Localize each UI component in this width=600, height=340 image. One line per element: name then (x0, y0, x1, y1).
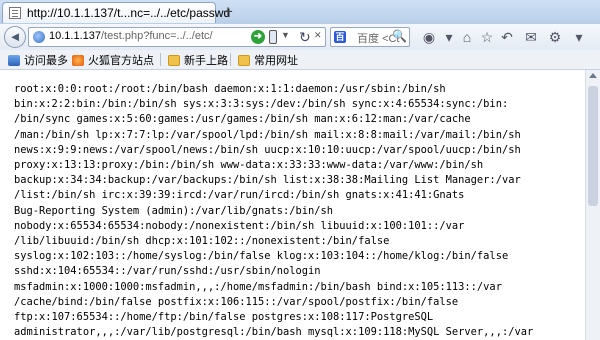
browser-tab[interactable]: http://10.1.1.137/t...nc=../../etc/passw… (2, 2, 230, 23)
back-button[interactable]: ◄ (4, 26, 26, 48)
scrollbar-thumb[interactable] (588, 86, 598, 206)
settings-icon[interactable]: ⚙ (546, 28, 564, 46)
bookmark-star-icon[interactable]: ☆ (478, 28, 496, 46)
folder-icon (238, 55, 250, 66)
bookmark-icon (8, 55, 20, 66)
bookmark-label: 火狐官方站点 (88, 55, 154, 67)
globe-icon (33, 31, 45, 43)
chat-icon[interactable]: ✉ (522, 28, 540, 46)
baidu-icon[interactable]: 百 (334, 31, 346, 43)
text-line: /cache/bind:/bin/false postfix:x:106:115… (14, 295, 459, 308)
undo-icon[interactable]: ↶ (498, 28, 516, 46)
chevron-down-icon[interactable]: ▾ (440, 28, 458, 46)
search-box[interactable]: 百 百度 <Ct 🔍 (330, 27, 410, 47)
text-line: backup:x:34:34:backup:/var/backups:/bin/… (14, 174, 521, 187)
mobile-icon[interactable] (269, 30, 277, 44)
bookmark-separator (160, 53, 161, 66)
bookmark-getting-started[interactable]: 新手上路 (168, 52, 228, 67)
bookmark-label: 常用网址 (254, 55, 298, 67)
folder-icon (168, 55, 180, 66)
address-bar[interactable]: 10.1.1.137/test.php?func=../../etc/ ➜ ▼ … (28, 27, 326, 47)
text-line: /man:/bin/sh lp:x:7:7:lp:/var/spool/lpd:… (14, 128, 521, 141)
bookmark-common-urls[interactable]: 常用网址 (238, 52, 298, 67)
text-line: /list:/bin/sh irc:x:39:39:ircd:/var/run/… (14, 189, 465, 202)
search-icon[interactable]: 🔍 (392, 29, 407, 43)
text-line: news:x:9:9:news:/var/spool/news:/bin/sh … (14, 143, 521, 156)
bookmark-label: 新手上路 (184, 55, 228, 67)
navigation-toolbar: ◄ 10.1.1.137/test.php?func=../../etc/ ➜ … (0, 24, 600, 51)
page-content: root:x:0:0:root:/root:/bin/bash daemon:x… (0, 70, 600, 340)
go-button[interactable]: ➜ (251, 30, 265, 44)
text-line: sshd:x:104:65534::/var/run/sshd:/usr/sbi… (14, 265, 321, 278)
text-line: Bug-Reporting System (admin):/var/lib/gn… (14, 204, 334, 217)
chevron-down-icon[interactable]: ▼ (281, 30, 290, 40)
menu-icon[interactable]: ▾ (570, 28, 588, 46)
refresh-icon[interactable]: ↻ (299, 29, 311, 46)
url-host: 10.1.1.137 (49, 30, 101, 42)
bookmark-most-visited[interactable]: 访问最多 (8, 52, 68, 67)
vertical-scrollbar[interactable] (585, 70, 600, 340)
scroll-up-icon[interactable] (589, 73, 597, 78)
new-tab-button[interactable]: + (219, 3, 237, 21)
tab-bar: http://10.1.1.137/t...nc=../../etc/passw… (0, 0, 600, 25)
url-path: /test.php?func=../../etc/ (101, 30, 213, 42)
home-icon[interactable]: ⌂ (458, 28, 476, 46)
text-line: administrator,,,:/var/lib/postgresql:/bi… (14, 326, 534, 339)
text-line: bin:x:2:2:bin:/bin:/bin/sh sys:x:3:3:sys… (14, 98, 509, 111)
text-line: syslog:x:102:103::/home/syslog:/bin/fals… (14, 250, 509, 263)
text-line: root:x:0:0:root:/root:/bin/bash daemon:x… (14, 83, 446, 95)
tab-title: http://10.1.1.137/t...nc=../../etc/passw… (27, 6, 231, 20)
text-line: msfadmin:x:1000:1000:msfadmin,,,:/home/m… (14, 280, 502, 293)
text-line: ftp:x:107:65534::/home/ftp:/bin/false po… (14, 311, 434, 324)
text-line: /lib/libuuid:/bin/sh dhcp:x:101:102::/no… (14, 235, 390, 248)
url-text[interactable]: 10.1.1.137/test.php?func=../../etc/ (49, 30, 213, 42)
bookmark-firefox-official[interactable]: 火狐官方站点 (72, 52, 154, 67)
stop-icon[interactable]: ✕ (314, 30, 322, 41)
bookmark-label: 访问最多 (24, 55, 68, 67)
page-icon (9, 7, 21, 19)
bookmark-separator (230, 53, 231, 66)
text-line: /bin/sync games:x:5:60:games:/usr/games:… (14, 113, 471, 126)
search-engine-label: 百度 (357, 33, 379, 45)
addon-icon[interactable]: ◉ (420, 28, 438, 46)
passwd-text: root:x:0:0:root:/root:/bin/bash daemon:x… (14, 82, 574, 340)
text-line: nobody:x:65534:65534:nobody:/nonexistent… (14, 219, 465, 232)
firefox-icon (72, 55, 84, 66)
bookmarks-toolbar: 访问最多 火狐官方站点 新手上路 常用网址 (0, 50, 600, 70)
text-line: proxy:x:13:13:proxy:/bin:/bin/sh www-dat… (14, 159, 484, 172)
